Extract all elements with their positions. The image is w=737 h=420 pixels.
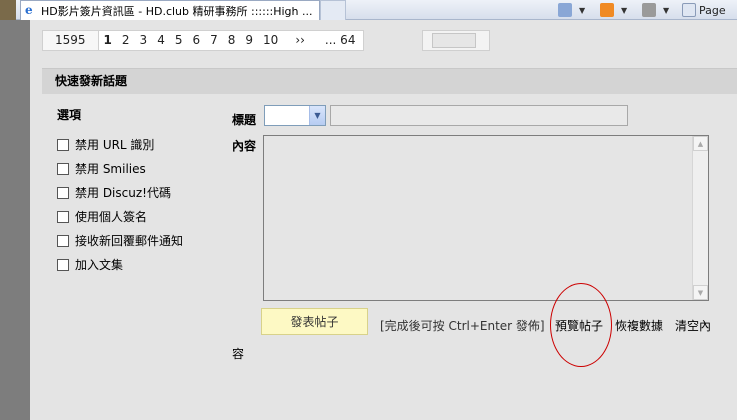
chevron-down-icon: ▼: [663, 5, 670, 15]
chevron-down-icon[interactable]: ▼: [309, 106, 325, 125]
clear-link-wrap[interactable]: 容: [232, 345, 244, 362]
option-add-to-collection[interactable]: 加入文集: [57, 256, 123, 273]
option-disable-discuz-code[interactable]: 禁用 Discuz!代碼: [57, 184, 171, 201]
pagination-page[interactable]: 5: [170, 31, 188, 50]
checkbox[interactable]: [57, 210, 69, 223]
home-button[interactable]: ▼: [558, 1, 585, 19]
pagination-page[interactable]: 2: [117, 31, 135, 50]
option-disable-smilies[interactable]: 禁用 Smilies: [57, 160, 146, 177]
preview-link[interactable]: 預覽帖子: [555, 317, 603, 334]
checkbox[interactable]: [57, 162, 69, 175]
checkbox[interactable]: [57, 186, 69, 199]
option-label: 加入文集: [75, 258, 124, 272]
rss-icon: [600, 3, 614, 17]
new-tab-button[interactable]: [320, 0, 346, 20]
checkbox[interactable]: [57, 258, 69, 271]
pagination-page[interactable]: 8: [223, 31, 241, 50]
subject-input[interactable]: [330, 105, 628, 126]
content-label: 內容: [232, 139, 257, 153]
chevron-down-icon: ▼: [621, 5, 628, 15]
options-title: 選項: [57, 108, 82, 122]
checkbox[interactable]: [57, 138, 69, 151]
tab-title: HD影片簽片資訊區 - HD.club 精研事務所 ::::::High ...: [41, 4, 313, 18]
print-icon: [642, 3, 656, 17]
home-icon: [558, 3, 572, 17]
chevron-down-icon: ▼: [579, 5, 586, 15]
pagination: 1595 1 2 3 4 5 6 7 8 9 10 ›› ... 64: [42, 30, 365, 51]
option-label: 禁用 Discuz!代碼: [75, 186, 171, 200]
content-textarea[interactable]: ▲ ▼: [263, 135, 709, 301]
pagination-current: 1: [103, 33, 112, 47]
option-label: 禁用 URL 識別: [75, 138, 155, 152]
page-menu-button[interactable]: Page: [682, 1, 726, 19]
shortcut-hint: [完成後可按 Ctrl+Enter 發佈]: [380, 319, 545, 333]
pagination-page[interactable]: 10: [258, 31, 283, 50]
feeds-button[interactable]: ▼: [600, 1, 627, 19]
page-jump-input[interactable]: [432, 33, 476, 48]
left-margin: [0, 20, 30, 420]
section-title: 快速發新話題: [42, 68, 737, 94]
page-menu-label: Page: [699, 3, 726, 17]
pagination-page[interactable]: 9: [240, 31, 258, 50]
post-button[interactable]: 發表帖子: [261, 308, 368, 335]
pagination-page[interactable]: 3: [135, 31, 153, 50]
pagination-page[interactable]: 4: [152, 31, 170, 50]
option-label: 接收新回覆郵件通知: [75, 234, 184, 248]
browser-edge: [0, 0, 16, 20]
scroll-up-icon[interactable]: ▲: [693, 136, 708, 151]
browser-tab[interactable]: e HD影片簽片資訊區 - HD.club 精研事務所 ::::::High .…: [20, 0, 320, 20]
option-email-notify[interactable]: 接收新回覆郵件通知: [57, 232, 183, 249]
forum-panel: 1595 1 2 3 4 5 6 7 8 9 10 ›› ... 64 快速發新…: [30, 20, 737, 420]
restore-link[interactable]: 恢複數據: [615, 317, 663, 334]
option-label: 禁用 Smilies: [75, 162, 146, 176]
print-button[interactable]: ▼: [642, 1, 669, 19]
clear-link[interactable]: 清空內: [675, 317, 711, 334]
browser-tab-bar: e HD影片簽片資訊區 - HD.club 精研事務所 ::::::High .…: [0, 0, 737, 20]
ie-icon: e: [25, 3, 33, 17]
pagination-last[interactable]: ... 64: [317, 31, 364, 50]
subject-type-select[interactable]: ▼: [264, 105, 326, 126]
option-label: 使用個人簽名: [75, 210, 148, 224]
pagination-page[interactable]: 7: [205, 31, 223, 50]
option-use-signature[interactable]: 使用個人簽名: [57, 208, 147, 225]
pagination-next[interactable]: ››: [283, 31, 317, 50]
checkbox[interactable]: [57, 234, 69, 247]
scroll-down-icon[interactable]: ▼: [693, 285, 708, 300]
option-disable-url[interactable]: 禁用 URL 識別: [57, 136, 154, 153]
pagination-page[interactable]: 6: [187, 31, 205, 50]
pagination-total: 1595: [43, 31, 99, 50]
subject-label: 標題: [232, 113, 257, 127]
vertical-scrollbar[interactable]: ▲ ▼: [692, 136, 708, 300]
page-icon: [682, 3, 696, 17]
